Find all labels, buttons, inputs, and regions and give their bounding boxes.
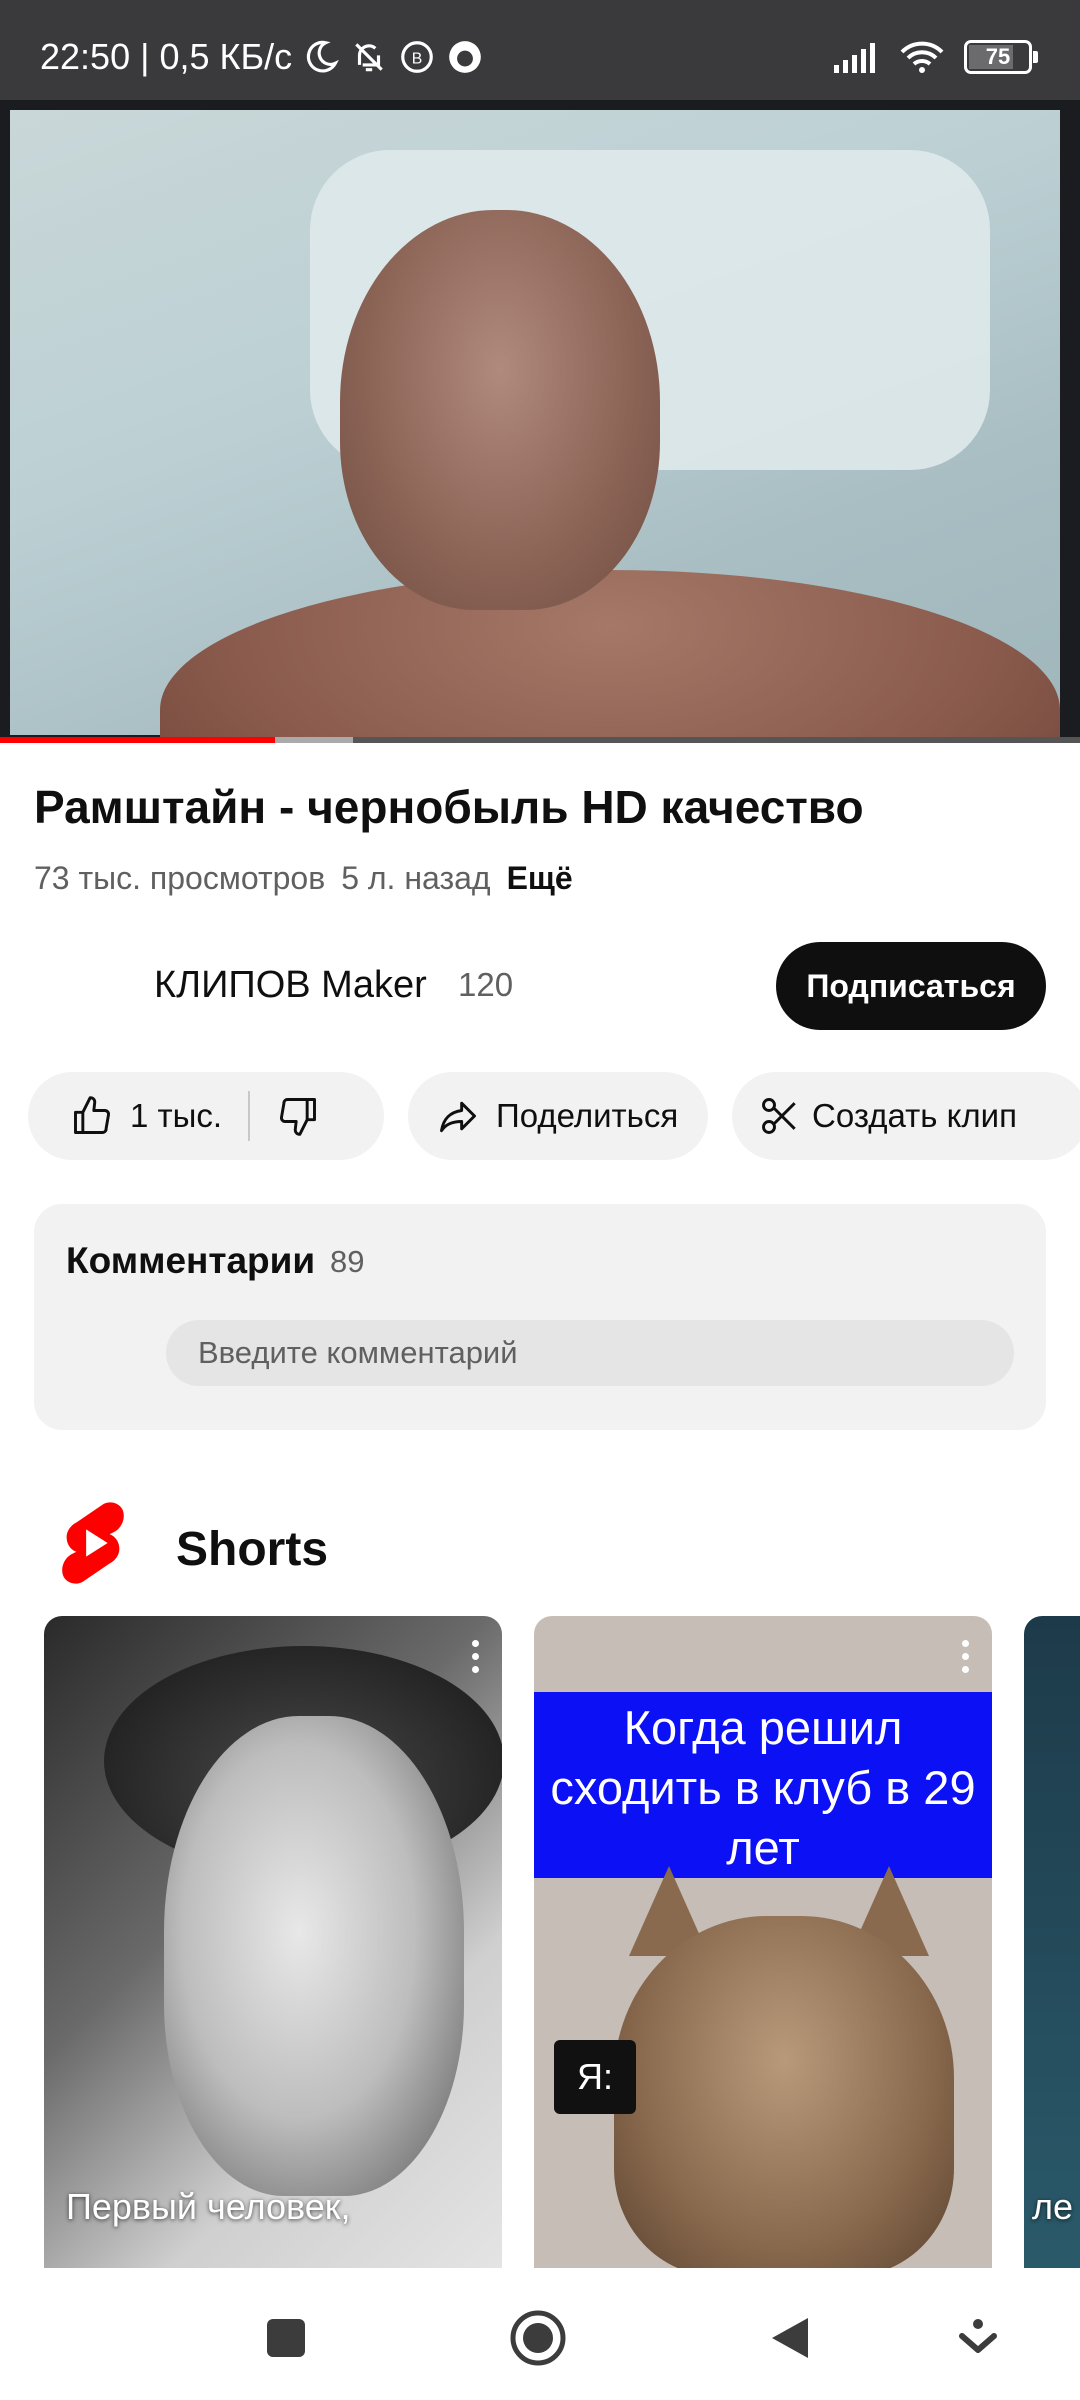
short-label: Я: [554,2040,636,2114]
home-button[interactable] [508,2308,568,2368]
more-options-icon[interactable] [962,1640,970,1676]
comments-count: 89 [330,1244,365,1279]
view-count: 73 тыс. просмотров [34,860,326,896]
more-options-icon[interactable] [472,1640,480,1676]
short-card[interactable]: ле [1024,1616,1080,2268]
status-right: 75 [832,40,1038,74]
subscribe-button[interactable]: Подписаться [776,942,1046,1030]
like-count: 1 тыс. [130,1097,223,1134]
square-icon [267,2319,305,2357]
back-triangle-icon [772,2318,808,2358]
shorts-title: Shorts [176,1523,329,1576]
comments-title: Комментарии [66,1240,316,1281]
comment-input[interactable]: Введите комментарий [166,1320,1014,1386]
battery-icon: 75 [964,40,1038,74]
nav-extra-button[interactable] [948,2308,1008,2368]
dislike-button[interactable] [276,1094,320,1138]
status-left: 22:50 | 0,5 КБ/с B [40,36,484,78]
moon-icon [307,40,339,73]
short-banner: Когда решил сходить в клуб в 29 лет [534,1692,992,1878]
firefox-icon [449,41,481,73]
svg-text:B: B [412,50,423,67]
short-card[interactable]: Первый человек, [44,1616,502,2268]
status-separator: | [140,36,150,77]
channel-avatar[interactable] [34,952,104,1022]
channel-row[interactable]: КЛИПОВ Maker 120 Подписаться [34,942,1046,1032]
video-title[interactable]: Рамштайн - чернобыль HD качество [34,780,864,834]
like-divider [248,1091,251,1141]
like-button[interactable]: 1 тыс. [28,1094,222,1138]
wifi-icon [900,41,944,73]
navigation-bar [0,2268,1080,2400]
short-caption: ле [1032,2186,1074,2227]
share-button[interactable]: Поделиться [408,1072,708,1160]
short-caption: Первый человек, [66,2186,351,2227]
circle-icon [510,2310,566,2366]
channel-name[interactable]: КЛИПОВ Maker [154,964,427,1007]
create-clip-button[interactable]: Создать клип [732,1072,1080,1160]
cat-image [614,1916,954,2268]
back-button[interactable] [760,2308,820,2368]
share-icon [440,1101,476,1133]
status-speed: 0,5 КБ/с [159,36,293,77]
user-avatar [66,1324,126,1384]
recents-button[interactable] [256,2308,316,2368]
action-bar: 1 тыс. Поделиться Создать клип [28,1072,1080,1160]
thumbs-up-icon [74,1096,110,1134]
video-meta[interactable]: 73 тыс. просмотров 5 л. назад Ещё [34,860,573,897]
progress-played [0,737,276,743]
status-bar: 22:50 | 0,5 КБ/с B 75 [0,0,1080,100]
signal-icon [834,43,875,73]
progress-buffered [275,737,354,743]
chevron-down-icon [959,2319,997,2353]
more-link[interactable]: Ещё [507,860,573,897]
like-dislike-group: 1 тыс. [28,1072,384,1160]
status-time: 22:50 [40,36,131,77]
thumbs-down-icon [280,1098,316,1136]
share-label: Поделиться [496,1097,679,1134]
video-player[interactable] [0,100,1080,740]
subscriber-count: 120 [458,966,514,1003]
video-progress-bar[interactable] [0,737,1080,743]
vk-icon: B [401,41,433,73]
shorts-header: Shorts [56,1500,656,1590]
upload-age: 5 л. назад [341,860,491,896]
short-card[interactable]: Когда решил сходить в клуб в 29 лет Я: [534,1616,992,2268]
battery-level: 75 [985,44,1011,69]
bell-off-icon [355,43,383,72]
scissors-icon [762,1098,796,1134]
shorts-logo-icon [62,1502,124,1584]
video-frame [10,110,1060,740]
clip-label: Создать клип [812,1097,1017,1134]
comments-section[interactable]: Комментарии 89 Введите комментарий [34,1204,1046,1430]
